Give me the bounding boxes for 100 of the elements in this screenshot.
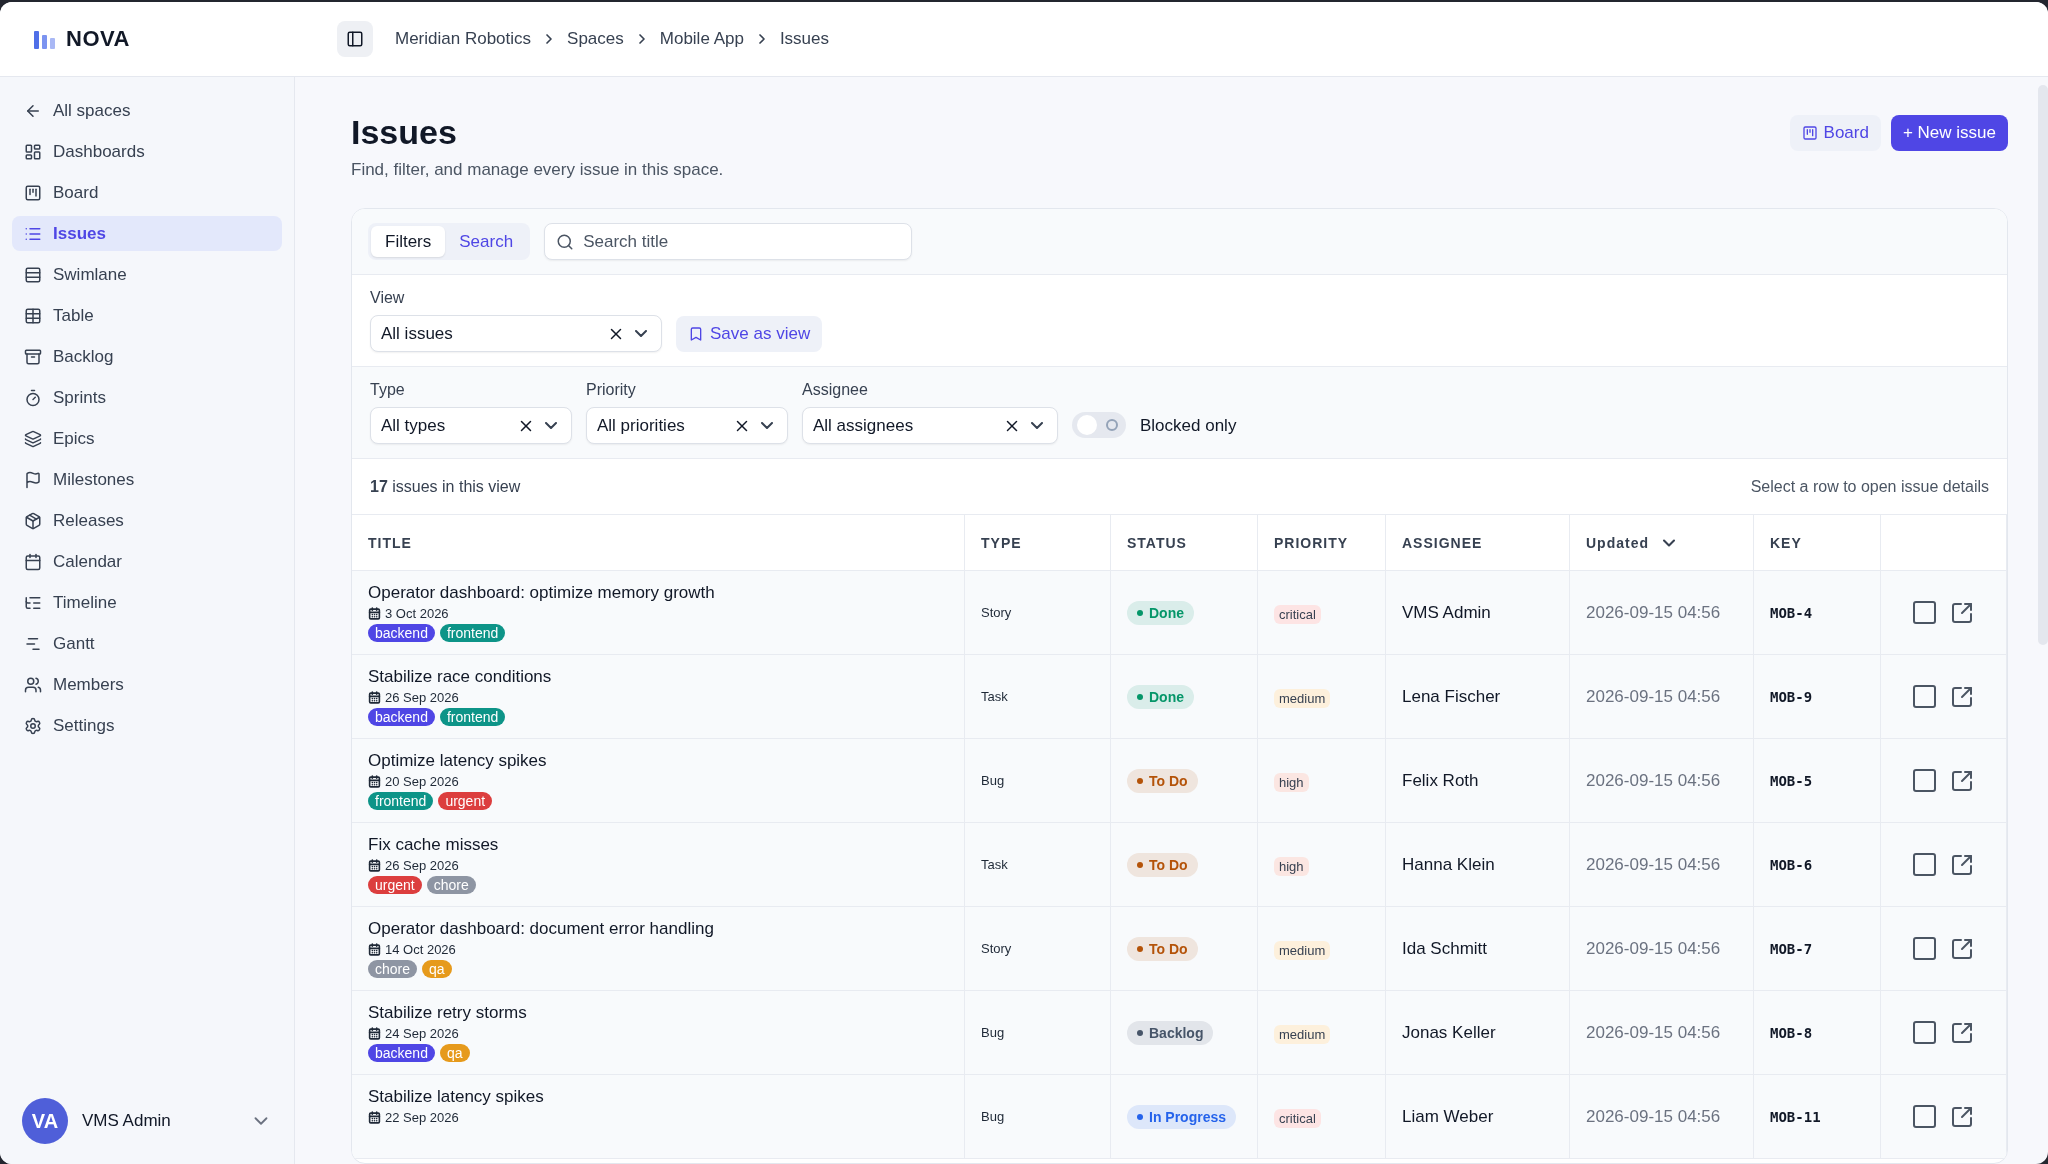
bookmark-icon xyxy=(688,326,704,342)
sidebar-item[interactable]: Releases xyxy=(12,503,282,538)
package-icon xyxy=(24,511,42,530)
search-icon xyxy=(556,233,575,251)
sidebar-item[interactable]: Board xyxy=(12,175,282,210)
assignee-name: Jonas Keller xyxy=(1402,1022,1496,1043)
issue-title[interactable]: Stabilize retry storms xyxy=(368,1003,527,1023)
calendar-icon xyxy=(368,607,381,620)
column-header[interactable]: Updated xyxy=(1570,515,1754,571)
settings-icon xyxy=(24,716,42,735)
open-external-icon[interactable] xyxy=(1950,684,1974,709)
open-external-icon[interactable] xyxy=(1950,1104,1974,1129)
field-label: View xyxy=(370,289,406,307)
user-name: VMS Admin xyxy=(82,1111,172,1131)
filter-select[interactable]: All types xyxy=(370,407,572,444)
column-header: STATUS xyxy=(1111,515,1258,571)
type-label: Story xyxy=(981,941,1012,956)
sidebar-item[interactable]: Dashboards xyxy=(12,134,282,169)
row-checkbox[interactable] xyxy=(1913,601,1936,624)
calendar-icon xyxy=(368,1027,381,1040)
sidebar-toggle-button[interactable] xyxy=(337,21,373,57)
back-link[interactable]: All spaces xyxy=(12,93,282,128)
issue-title[interactable]: Stabilize race conditions xyxy=(368,667,552,687)
sidebar-item[interactable]: Sprints xyxy=(12,380,282,415)
sidebar-item[interactable]: Calendar xyxy=(12,544,282,579)
stopwatch-icon xyxy=(24,388,42,407)
row-checkbox[interactable] xyxy=(1913,937,1936,960)
open-external-icon[interactable] xyxy=(1950,852,1974,877)
board-icon xyxy=(1801,125,1818,141)
assignee-name: Felix Roth xyxy=(1402,770,1479,791)
issue-key: MOB-4 xyxy=(1770,604,1813,621)
sidebar-item[interactable]: Gantt xyxy=(12,626,282,661)
tag-label: qa xyxy=(439,1044,470,1062)
due-date: 26 Sep 2026 xyxy=(385,858,459,873)
priority-badge: critical xyxy=(1274,1109,1321,1128)
blocked-toggle[interactable] xyxy=(1072,412,1126,438)
tag-label: urgent xyxy=(438,792,493,810)
sidebar-item[interactable]: Issues xyxy=(12,216,282,251)
sidebar-item[interactable]: Epics xyxy=(12,421,282,456)
mode-tab[interactable]: Search xyxy=(445,226,528,257)
open-external-icon[interactable] xyxy=(1950,936,1974,961)
sidebar-item[interactable]: Settings xyxy=(12,708,282,743)
issue-key: MOB-9 xyxy=(1770,688,1813,705)
type-label: Task xyxy=(981,857,1008,872)
row-checkbox[interactable] xyxy=(1913,1021,1936,1044)
issue-title[interactable]: Fix cache misses xyxy=(368,835,499,855)
sidebar-item[interactable]: Backlog xyxy=(12,339,282,374)
breadcrumb-link[interactable]: Issues xyxy=(779,29,830,49)
breadcrumb-link[interactable]: Meridian Robotics xyxy=(395,29,532,49)
status-badge: To Do xyxy=(1127,768,1198,793)
column-header: TITLE xyxy=(352,515,965,571)
updated-time: 2026-09-15 04:56 xyxy=(1586,1022,1721,1043)
user-avatar[interactable]: VA xyxy=(22,1098,68,1144)
open-external-icon[interactable] xyxy=(1950,768,1974,793)
tag-label: backend xyxy=(368,624,435,642)
sidebar-item[interactable]: Milestones xyxy=(12,462,282,497)
issue-key: MOB-6 xyxy=(1770,856,1813,873)
sidebar-item[interactable]: Timeline xyxy=(12,585,282,620)
new-issue-button[interactable]: + New issue xyxy=(1890,115,2008,151)
row-checkbox[interactable] xyxy=(1913,853,1936,876)
due-date: 24 Sep 2026 xyxy=(385,1026,459,1041)
filter-select[interactable]: All priorities xyxy=(586,407,788,444)
priority-badge: medium xyxy=(1274,1025,1331,1044)
open-external-icon[interactable] xyxy=(1950,600,1974,625)
calendar-icon xyxy=(368,943,381,956)
type-label: Task xyxy=(981,689,1008,704)
board-button[interactable]: Board xyxy=(1789,115,1881,151)
calendar-icon xyxy=(368,691,381,704)
updated-time: 2026-09-15 04:56 xyxy=(1586,854,1721,875)
assignee-name: VMS Admin xyxy=(1402,602,1491,623)
breadcrumb-link[interactable]: Mobile App xyxy=(659,29,744,49)
type-label: Bug xyxy=(981,773,1005,788)
issue-title[interactable]: Stabilize latency spikes xyxy=(368,1087,544,1107)
calendar-icon xyxy=(368,1111,381,1124)
view-select[interactable]: All issues xyxy=(370,315,662,352)
issue-key: MOB-5 xyxy=(1770,772,1813,789)
issue-title[interactable]: Operator dashboard: document error handling xyxy=(368,919,714,939)
chevron-down-icon xyxy=(1031,422,1043,429)
issue-key: MOB-8 xyxy=(1770,1024,1813,1041)
field-label: Type xyxy=(370,381,406,399)
row-checkbox[interactable] xyxy=(1913,1105,1936,1128)
tag-label: chore xyxy=(426,876,476,894)
open-external-icon[interactable] xyxy=(1950,1020,1974,1045)
priority-badge: high xyxy=(1274,857,1309,876)
issue-title[interactable]: Operator dashboard: optimize memory growth xyxy=(368,583,715,603)
save-view-button[interactable]: Save as view xyxy=(676,316,823,352)
sidebar-item[interactable]: Table xyxy=(12,298,282,333)
table-icon xyxy=(24,306,42,325)
issue-title[interactable]: Optimize latency spikes xyxy=(368,751,547,771)
filter-select[interactable]: All assignees xyxy=(802,407,1058,444)
sidebar-item[interactable]: Swimlane xyxy=(12,257,282,292)
mode-tab[interactable]: Filters xyxy=(371,226,446,257)
tag-label: frontend xyxy=(368,792,434,810)
row-checkbox[interactable] xyxy=(1913,769,1936,792)
sidebar-item[interactable]: Members xyxy=(12,667,282,702)
row-checkbox[interactable] xyxy=(1913,685,1936,708)
breadcrumb-link[interactable]: Spaces xyxy=(567,29,624,49)
page-title: Issues xyxy=(351,113,458,152)
grid-icon xyxy=(24,142,42,161)
search-field[interactable]: Search title xyxy=(544,223,913,260)
